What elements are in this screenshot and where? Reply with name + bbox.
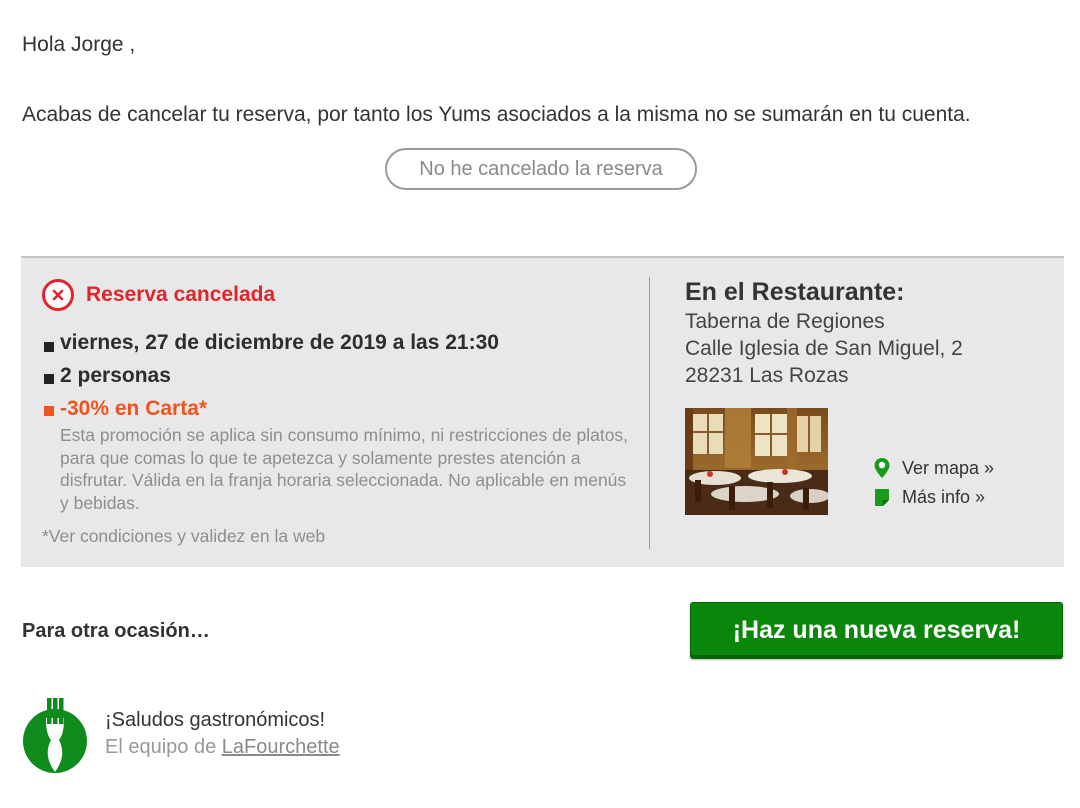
another-time-label: Para otra ocasión… (22, 620, 210, 642)
more-info-link[interactable]: Más info » (902, 487, 985, 508)
bullet-icon (44, 342, 54, 352)
greeting: Hola Jorge , (22, 33, 136, 56)
promo-title: -30% en Carta* (60, 397, 208, 420)
restaurant-heading: En el Restaurante: (685, 278, 905, 306)
restaurant-city: 28231 Las Rozas (685, 364, 849, 387)
booking-people: 2 personas (60, 364, 171, 387)
team-signature: El equipo de LaFourchette (105, 736, 340, 759)
conditions-note: *Ver condiciones y validez en la web (42, 526, 326, 546)
bullet-icon (44, 374, 54, 384)
map-pin-icon[interactable] (873, 457, 891, 479)
restaurant-street: Calle Iglesia de San Miguel, 2 (685, 337, 963, 360)
bullet-icon (44, 406, 54, 416)
team-prefix: El equipo de (105, 736, 222, 758)
booking-status: Reserva cancelada (86, 283, 276, 306)
card-divider (649, 277, 650, 549)
restaurant-name: Taberna de Regiones (685, 310, 885, 333)
restaurant-photo[interactable] (685, 408, 828, 515)
promo-description: Esta promoción se aplica sin consumo mín… (60, 425, 629, 513)
new-booking-button[interactable]: ¡Haz una nueva reserva! (690, 602, 1063, 659)
info-document-icon[interactable] (874, 488, 890, 507)
lafourchette-link[interactable]: LaFourchette (222, 736, 340, 758)
booking-date: viernes, 27 de diciembre de 2019 a las 2… (60, 331, 499, 354)
lafourchette-fork-logo (22, 696, 88, 774)
not-cancelled-button[interactable]: No he cancelado la reserva (385, 148, 697, 190)
farewell-text: ¡Saludos gastronómicos! (105, 709, 326, 731)
map-link[interactable]: Ver mapa » (902, 458, 994, 479)
cancel-x-icon (42, 279, 74, 311)
intro-text: Acabas de cancelar tu reserva, por tanto… (22, 103, 971, 126)
